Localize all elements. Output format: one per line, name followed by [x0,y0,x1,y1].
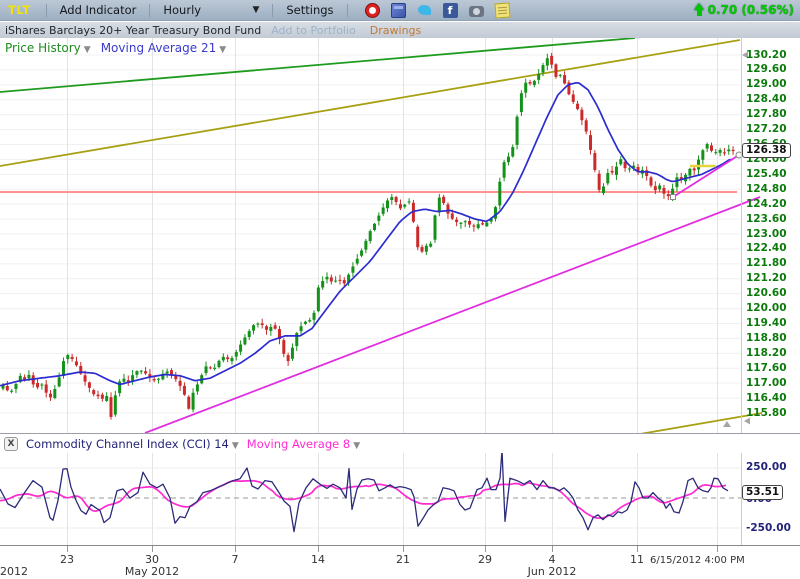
time-axis-day-label: 23 [53,553,81,566]
time-tick [403,546,404,552]
cci-axis-label: -250.00 [746,522,796,534]
cci-value-badge: 53.51 [742,485,783,500]
time-tick [485,546,486,552]
price-axis-label: 119.40 [746,317,796,330]
notes-icon[interactable] [494,2,510,18]
toolbar-icons: f [365,3,510,18]
cci-chart-canvas[interactable] [0,453,800,545]
olive-channel-upper [0,40,740,166]
chevron-down-icon: ▼ [84,45,91,55]
separator [347,4,348,17]
add-indicator-button[interactable]: Add Indicator [54,3,143,17]
price-axis-label: 122.40 [746,242,796,255]
symbol-label: TLT [8,3,31,17]
price-axis-label: 129.60 [746,63,796,76]
settings-button[interactable]: Settings [280,3,339,17]
separator [46,4,47,17]
close-cci-button[interactable]: X [4,437,18,451]
price-axis-label: 127.20 [746,123,796,136]
price-axis-label: 118.80 [746,332,796,345]
time-tick [67,546,68,552]
cci-line [0,453,728,532]
session-end-label: 6/15/2012 4:00 PM [650,555,745,566]
subbar: iShares Barclays 20+ Year Treasury Bond … [0,22,800,38]
drawings-menu[interactable]: Drawings [370,24,421,37]
chart-application: TLT Add Indicator Hourly ▼ Settings f 0.… [0,0,800,579]
price-chart-canvas[interactable] [0,38,800,433]
price-axis-label: 116.40 [746,392,796,405]
last-price-badge: 126.38 [742,143,791,158]
price-axis-label: 129.00 [746,78,796,91]
price-axis-label: 123.60 [746,213,796,226]
axis-marker-icon [723,421,731,427]
magenta-short-drawing [673,155,739,197]
cci-ma-dropdown[interactable]: Moving Average 8▼ [247,437,360,451]
chevron-down-icon: ▼ [252,5,259,15]
time-axis: 2012 6/15/2012 4:00 PM 23307142129411May… [0,545,800,579]
time-axis-day-label: 21 [389,553,417,566]
interval-dropdown[interactable]: Hourly ▼ [157,3,265,17]
time-axis-month-label: Jun 2012 [517,565,587,578]
time-tick [235,546,236,552]
price-axis-label: 115.80 [746,407,796,420]
camera-icon[interactable] [469,6,484,17]
time-axis-day-label: 11 [623,553,651,566]
moving-average-dropdown[interactable]: Moving Average 21▼ [101,41,226,55]
price-axis-label: 125.40 [746,168,796,181]
change-label: 0.70 (0.56%) [708,3,794,17]
add-to-portfolio-link[interactable]: Add to Portfolio [271,24,356,37]
chevron-down-icon: ▼ [219,45,226,55]
price-axis-label: 121.20 [746,272,796,285]
time-tick [152,546,153,552]
drawing-handle [671,195,676,200]
arrow-up-icon [694,3,705,17]
time-axis-month-label: May 2012 [117,565,187,578]
cci-axis-label: 250.00 [746,461,796,473]
price-axis-label: 117.60 [746,362,796,375]
candles-layer [2,53,735,420]
change-indicator: 0.70 (0.56%) [694,3,794,17]
time-axis-day-label: 7 [221,553,249,566]
separator [272,4,273,17]
olive-channel-lower [640,413,762,433]
time-axis-day-label: 29 [471,553,499,566]
price-axis-label: 121.80 [746,257,796,270]
price-axis-label: 120.00 [746,302,796,315]
toolbar: TLT Add Indicator Hourly ▼ Settings f 0.… [0,0,800,21]
price-axis-label: 127.80 [746,108,796,121]
price-axis-label: 130.20 [746,49,796,62]
price-axis-label: 117.00 [746,377,796,390]
time-axis-year-label: 2012 [0,565,28,578]
cci-header: X Commodity Channel Index (CCI) 14▼ Movi… [0,433,800,453]
time-tick [318,546,319,552]
cube-icon[interactable] [391,3,406,18]
facebook-icon[interactable]: f [443,3,458,18]
time-tick [717,546,718,552]
price-axis-label: 128.40 [746,93,796,106]
price-history-dropdown[interactable]: Price History▼ [5,41,91,55]
chevron-down-icon: ▼ [232,441,239,451]
price-axis-label: 124.80 [746,183,796,196]
alarm-clock-icon[interactable] [365,3,380,18]
separator [149,4,150,17]
chevron-down-icon: ▼ [353,441,360,451]
price-legend: Price History▼ Moving Average 21▼ [5,41,226,55]
interval-label: Hourly [163,3,201,17]
price-axis-label: 124.20 [746,198,796,211]
price-axis-label: 120.60 [746,287,796,300]
time-axis-day-label: 14 [304,553,332,566]
time-tick [637,546,638,552]
cci-indicator-dropdown[interactable]: Commodity Channel Index (CCI) 14▼ [26,437,239,451]
price-axis-label: 123.00 [746,228,796,241]
twitter-icon[interactable] [417,3,432,18]
price-axis-label: 118.20 [746,347,796,360]
fund-name-label: iShares Barclays 20+ Year Treasury Bond … [5,24,261,37]
time-tick [552,546,553,552]
